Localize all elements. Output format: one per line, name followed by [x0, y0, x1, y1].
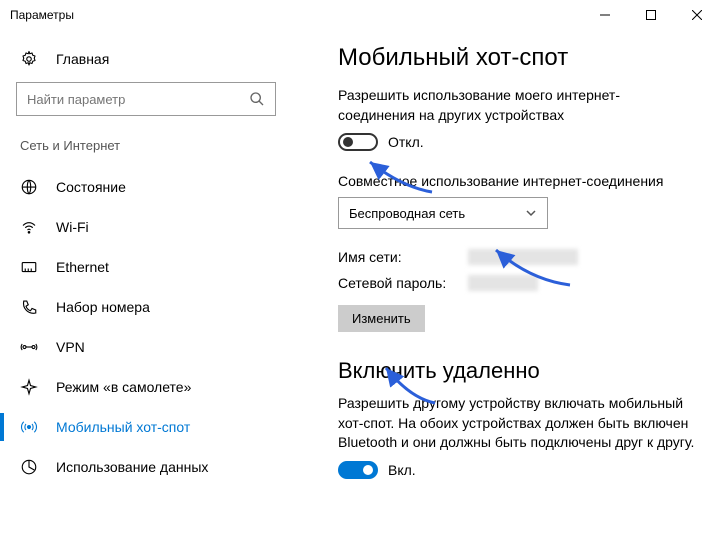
- nav-hotspot[interactable]: Мобильный хот-спот: [16, 407, 310, 447]
- search-field[interactable]: [27, 92, 249, 107]
- home-label: Главная: [56, 51, 109, 67]
- remote-description: Разрешить другому устройству включать мо…: [338, 394, 696, 453]
- main-panel: Мобильный хот-спот Разрешить использован…: [310, 30, 720, 547]
- titlebar: Параметры: [0, 0, 720, 30]
- data-usage-icon: [20, 458, 38, 476]
- share-toggle[interactable]: [338, 133, 378, 151]
- nav-ethernet[interactable]: Ethernet: [16, 247, 310, 287]
- maximize-button[interactable]: [628, 0, 674, 30]
- minimize-button[interactable]: [582, 0, 628, 30]
- nav-status[interactable]: Состояние: [16, 167, 310, 207]
- gear-icon: [20, 50, 38, 68]
- nav-label: Использование данных: [56, 459, 208, 475]
- nav-label: Ethernet: [56, 259, 109, 275]
- chevron-down-icon: [525, 207, 537, 219]
- remote-toggle-label: Вкл.: [388, 462, 416, 478]
- nav-wifi[interactable]: Wi-Fi: [16, 207, 310, 247]
- nav-label: Состояние: [56, 179, 126, 195]
- ethernet-icon: [20, 258, 38, 276]
- nav-label: Режим «в самолете»: [56, 379, 191, 395]
- window-title: Параметры: [10, 8, 582, 22]
- sidebar: Главная Сеть и Интернет Состояние Wi-Fi …: [0, 30, 310, 547]
- vpn-icon: [20, 338, 38, 356]
- share-toggle-label: Откл.: [388, 134, 424, 150]
- nav-label: Набор номера: [56, 299, 150, 315]
- nav-dialup[interactable]: Набор номера: [16, 287, 310, 327]
- remote-title: Включить удаленно: [338, 358, 696, 384]
- share-from-label: Совместное использование интернет-соедин…: [338, 173, 696, 189]
- category-label: Сеть и Интернет: [16, 138, 310, 167]
- dropdown-value: Беспроводная сеть: [349, 206, 525, 221]
- page-title: Мобильный хот-спот: [338, 44, 696, 72]
- home-link[interactable]: Главная: [16, 44, 310, 82]
- search-icon: [249, 91, 265, 107]
- connection-dropdown[interactable]: Беспроводная сеть: [338, 197, 548, 229]
- nav-label: Wi-Fi: [56, 219, 89, 235]
- nav-datausage[interactable]: Использование данных: [16, 447, 310, 487]
- network-pass-label: Сетевой пароль:: [338, 275, 468, 291]
- hotspot-icon: [20, 418, 38, 436]
- search-input[interactable]: [16, 82, 276, 116]
- close-button[interactable]: [674, 0, 720, 30]
- edit-button[interactable]: Изменить: [338, 305, 425, 332]
- wifi-icon: [20, 218, 38, 236]
- nav-label: VPN: [56, 339, 85, 355]
- nav-label: Мобильный хот-спот: [56, 419, 190, 435]
- network-name-value: [468, 249, 578, 265]
- window-controls: [582, 0, 720, 30]
- remote-toggle[interactable]: [338, 461, 378, 479]
- network-name-label: Имя сети:: [338, 249, 468, 265]
- airplane-icon: [20, 378, 38, 396]
- network-pass-value: [468, 275, 538, 291]
- globe-icon: [20, 178, 38, 196]
- nav-vpn[interactable]: VPN: [16, 327, 310, 367]
- phone-icon: [20, 298, 38, 316]
- share-description: Разрешить использование моего интернет-с…: [338, 86, 696, 125]
- nav-airplane[interactable]: Режим «в самолете»: [16, 367, 310, 407]
